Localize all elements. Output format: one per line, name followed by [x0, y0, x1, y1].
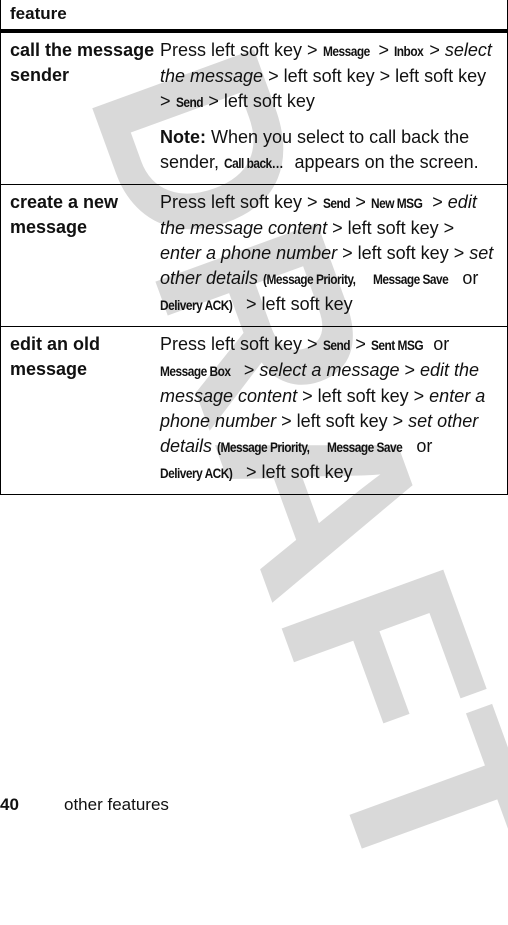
ui-term: Delivery ACK)	[160, 465, 233, 481]
table-header: feature	[0, 0, 508, 33]
step-text: >	[238, 360, 260, 380]
feature-name: create a new message	[0, 184, 160, 327]
ui-term: Message	[322, 43, 370, 59]
step-text: > left soft key >	[297, 386, 430, 406]
steps: Press left soft key > Message > Inbox > …	[160, 38, 499, 115]
step-text: or	[457, 268, 479, 288]
ui-term: Message Save	[326, 439, 403, 455]
ui-term: Call back…	[224, 155, 284, 171]
feature-description: Press left soft key > Send > New MSG > e…	[160, 184, 508, 327]
section-title: other features	[64, 795, 169, 814]
table-row: edit an old message Press left soft key …	[0, 326, 508, 495]
step-text: or	[411, 436, 433, 456]
ui-term: Send	[175, 94, 204, 110]
instruction-placeholder: select a message	[259, 360, 400, 380]
ui-term: Delivery ACK)	[160, 297, 233, 313]
ui-term: Inbox	[394, 43, 424, 59]
step-text: > left soft key >	[327, 218, 455, 238]
ui-term: New MSG	[370, 195, 423, 211]
ui-term: (Message Priority,	[217, 439, 310, 455]
table-row: create a new message Press left soft key…	[0, 184, 508, 327]
ui-term: Message Save	[372, 271, 449, 287]
ui-term: (Message Priority,	[263, 271, 356, 287]
step-text: > left soft key	[241, 294, 353, 314]
step-text: >	[399, 360, 420, 380]
note-text: When you select to call back the sender,…	[160, 127, 479, 172]
feature-description: Press left soft key > Message > Inbox > …	[160, 31, 508, 185]
step-text: >	[350, 192, 371, 212]
step-text: > left soft key	[203, 91, 315, 111]
feature-table: feature call the message sender Press le…	[0, 0, 508, 495]
ui-term: Sent MSG	[370, 337, 424, 353]
page-number: 40	[0, 795, 19, 814]
ui-term: Send	[322, 195, 351, 211]
step-text: Press left soft key >	[160, 40, 323, 60]
step-text: or	[428, 334, 450, 354]
step-text: Press left soft key >	[160, 192, 323, 212]
step-text: >	[373, 40, 395, 60]
steps: Press left soft key > Send > New MSG > e…	[160, 190, 499, 318]
step-text: appears on the screen.	[289, 152, 479, 172]
step-text: >	[350, 334, 371, 354]
step-text: > left soft key >	[276, 411, 409, 431]
step-text: > left soft key	[241, 462, 353, 482]
step-text: Press left soft key >	[160, 334, 323, 354]
feature-name: edit an old message	[0, 326, 160, 495]
note-label: Note:	[160, 127, 206, 147]
step-text: > left soft key >	[337, 243, 470, 263]
feature-description: Press left soft key > Send > Sent MSG or…	[160, 326, 508, 495]
feature-name: call the message sender	[0, 31, 160, 185]
instruction-placeholder: enter a phone number	[160, 243, 338, 263]
ui-term: Send	[322, 337, 351, 353]
step-text: >	[427, 192, 448, 212]
table-row: call the message sender Press left soft …	[0, 31, 508, 185]
steps: Press left soft key > Send > Sent MSG or…	[160, 332, 499, 486]
step-text: >	[424, 40, 445, 60]
note: Note: When you select to call back the s…	[160, 125, 499, 176]
ui-term: Message Box	[160, 363, 231, 379]
